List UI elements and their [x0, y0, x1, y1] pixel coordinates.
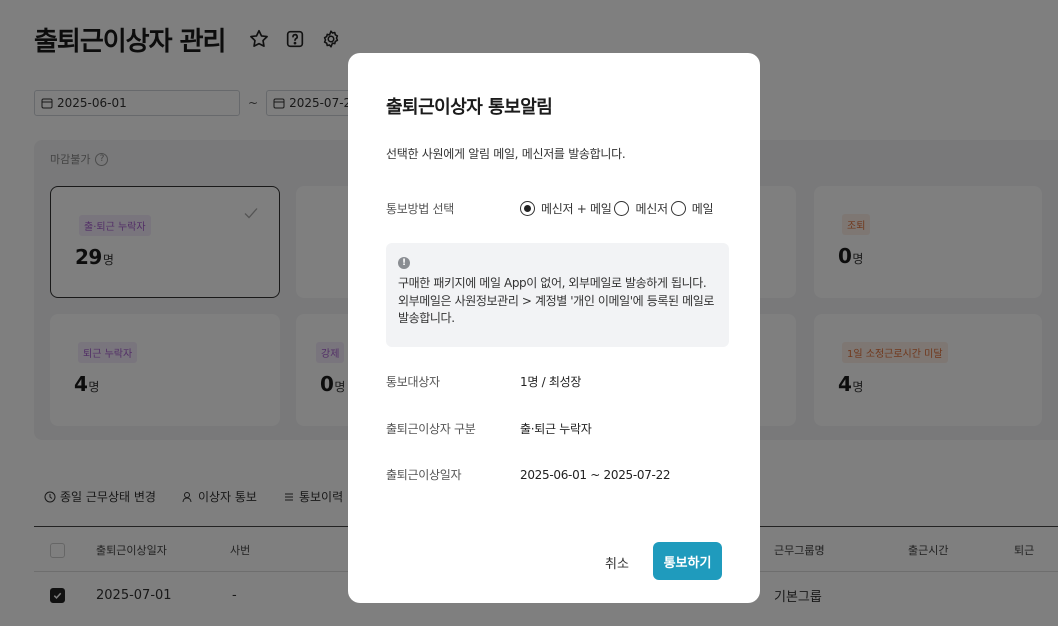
radio-messenger-mail[interactable]: 메신저 + 메일 — [520, 200, 612, 217]
cancel-button[interactable]: 취소 — [594, 543, 640, 581]
method-label: 통보방법 선택 — [386, 202, 454, 216]
date-label: 출퇴근이상일자 — [386, 468, 462, 482]
target-value: 1명 / 최성장 — [520, 375, 582, 389]
type-row: 출퇴근이상자 구분 출·퇴근 누락자 — [386, 420, 592, 437]
radio-messenger[interactable]: 메신저 — [614, 200, 668, 217]
info-icon: ! — [398, 257, 410, 269]
radio-mail[interactable]: 메일 — [670, 200, 714, 217]
radio-button[interactable] — [670, 201, 686, 216]
notify-modal: 출퇴근이상자 통보알림 선택한 사원에게 알림 메일, 메신저를 발송합니다. … — [348, 53, 760, 603]
modal-title: 출퇴근이상자 통보알림 — [386, 97, 553, 118]
radio-button[interactable] — [614, 201, 630, 216]
type-label: 출퇴근이상자 구분 — [386, 422, 476, 436]
method-radio-group: 메신저 + 메일 메신저 메일 — [520, 200, 716, 217]
submit-button[interactable]: 통보하기 — [653, 542, 722, 580]
radio-label: 메일 — [691, 202, 714, 216]
target-row: 통보대상자 1명 / 최성장 — [386, 373, 581, 390]
modal-description: 선택한 사원에게 알림 메일, 메신저를 발송합니다. — [386, 147, 626, 161]
date-row: 출퇴근이상일자 2025-06-01 ~ 2025-07-22 — [386, 466, 671, 483]
info-box: ! 구매한 패키지에 메일 App이 없어, 외부메일로 발송하게 됩니다. 외… — [386, 243, 729, 347]
method-row: 통보방법 선택 메신저 + 메일 메신저 메일 — [386, 200, 716, 217]
target-label: 통보대상자 — [386, 375, 440, 389]
info-text: 구매한 패키지에 메일 App이 없어, 외부메일로 발송하게 됩니다. 외부메… — [398, 276, 714, 325]
radio-label: 메신저 — [635, 202, 668, 216]
type-value: 출·퇴근 누락자 — [520, 422, 592, 436]
date-value: 2025-06-01 ~ 2025-07-22 — [520, 467, 671, 482]
radio-button[interactable] — [520, 201, 535, 216]
radio-label: 메신저 + 메일 — [541, 202, 612, 216]
